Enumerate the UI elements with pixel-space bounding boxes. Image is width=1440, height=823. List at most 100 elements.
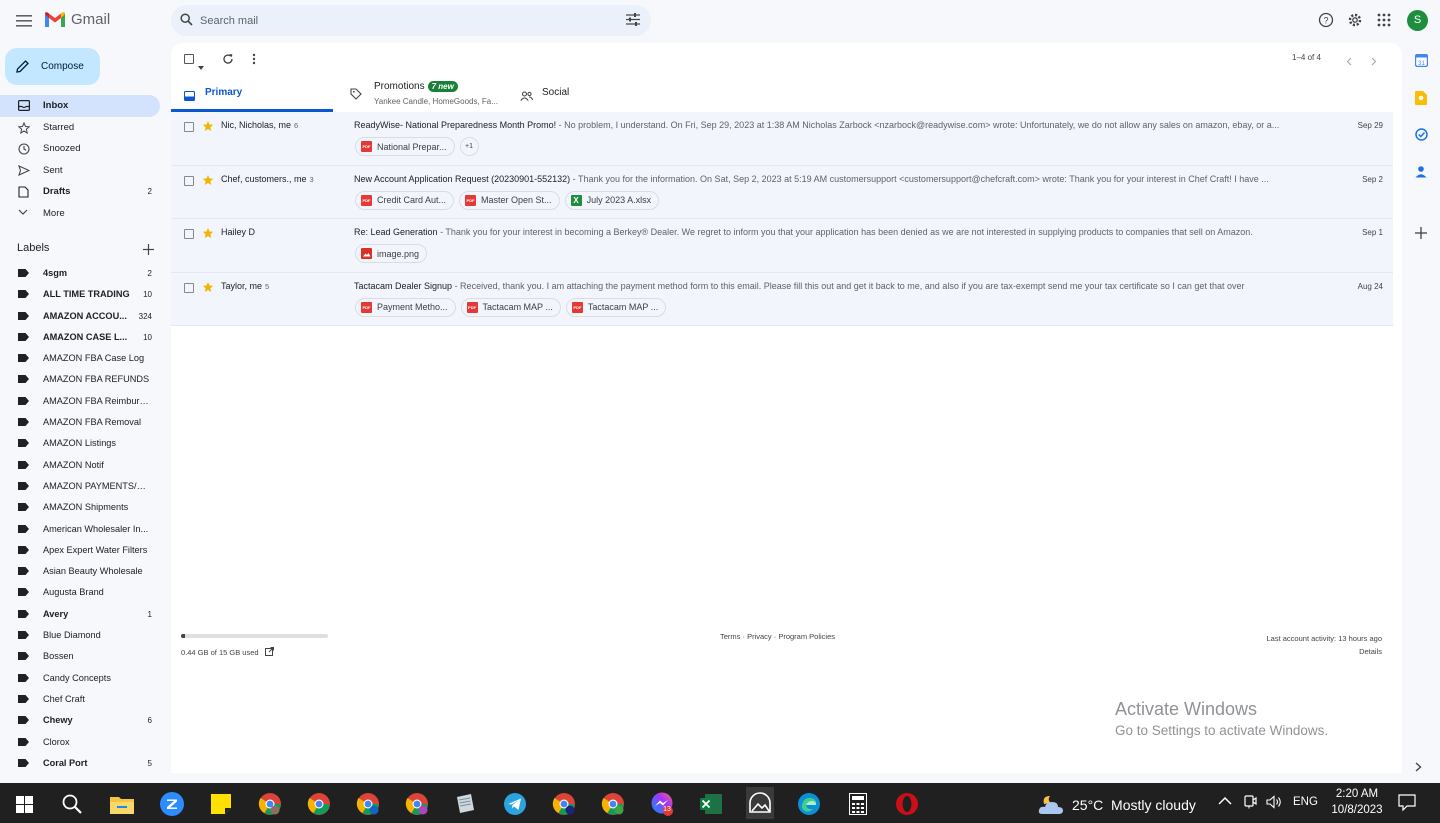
email-row[interactable]: Taylor, me 5 Tactacam Dealer Signup - Rece…	[171, 272, 1393, 326]
search-input[interactable]	[200, 10, 600, 31]
more-attachments-chip[interactable]: +1	[459, 137, 479, 156]
label-item[interactable]: AMAZON Notif	[0, 455, 160, 476]
select-all-checkbox[interactable]	[184, 54, 194, 64]
label-item[interactable]: American Wholesaler In...	[0, 519, 160, 540]
search-taskbar-icon[interactable]	[59, 791, 85, 817]
label-item[interactable]: AMAZON FBA Case Log	[0, 348, 160, 369]
star-icon[interactable]	[202, 280, 214, 298]
settings-gear-icon[interactable]	[1347, 12, 1363, 33]
expand-panel-icon[interactable]	[1415, 759, 1429, 773]
calculator-icon[interactable]	[845, 791, 871, 817]
label-item[interactable]: Augusta Brand	[0, 582, 160, 603]
nav-item-sent[interactable]: Sent	[0, 160, 160, 182]
attachment-chip[interactable]: PDF Tactacam MAP ...	[565, 297, 667, 317]
photos-icon[interactable]	[746, 787, 774, 819]
attachment-chip[interactable]: PDF Master Open St...	[459, 190, 560, 210]
label-item[interactable]: Clorox	[0, 732, 160, 753]
attachment-chip[interactable]: PDF Payment Metho...	[355, 297, 456, 317]
label-item[interactable]: AMAZON FBA Removal	[0, 412, 160, 433]
details-link[interactable]: Details	[1267, 645, 1382, 658]
file-explorer-icon[interactable]	[109, 791, 135, 817]
chrome-profile-3-icon[interactable]	[404, 791, 430, 817]
more-options-icon[interactable]	[252, 52, 256, 70]
row-checkbox[interactable]	[184, 175, 194, 186]
search-bar[interactable]	[171, 5, 651, 36]
label-item[interactable]: ALL TIME TRADING 10	[0, 284, 160, 305]
select-dropdown-icon[interactable]	[198, 57, 204, 75]
system-clock[interactable]: 2:20 AM 10/8/2023	[1330, 786, 1384, 818]
nav-item-starred[interactable]: Starred	[0, 117, 160, 139]
chrome-profile-2-icon[interactable]	[355, 791, 381, 817]
show-hidden-icons-chevron-icon[interactable]	[1218, 794, 1232, 808]
open-in-new-icon[interactable]	[264, 647, 274, 658]
star-icon[interactable]	[202, 226, 214, 244]
tab-primary[interactable]: Primary	[171, 77, 333, 112]
gmail-logo[interactable]: Gmail	[44, 11, 110, 28]
chrome-icon[interactable]	[306, 791, 332, 817]
row-checkbox[interactable]	[184, 282, 194, 293]
google-apps-icon[interactable]	[1376, 12, 1392, 33]
input-language[interactable]: ENG	[1293, 796, 1318, 808]
attachment-chip[interactable]: PDF Credit Card Aut...	[355, 190, 455, 210]
tasks-icon[interactable]	[1415, 128, 1429, 142]
attachment-chip[interactable]: PDF National Prepar...	[355, 137, 455, 156]
zoom-icon[interactable]	[159, 791, 185, 817]
attachment-chip[interactable]: PDF Tactacam MAP ...	[460, 297, 561, 317]
help-icon[interactable]: ?	[1318, 12, 1334, 33]
older-chevron-icon[interactable]	[1371, 53, 1377, 71]
search-options-icon[interactable]	[626, 13, 640, 31]
nav-item-snoozed[interactable]: Snoozed	[0, 138, 160, 160]
label-item[interactable]: Bossen	[0, 646, 160, 667]
star-icon[interactable]	[202, 173, 214, 191]
volume-icon[interactable]	[1266, 795, 1283, 812]
tab-social[interactable]: Social	[513, 77, 693, 112]
compose-button[interactable]: Compose	[5, 48, 100, 85]
label-item[interactable]: Avery 1	[0, 604, 160, 625]
email-row[interactable]: Hailey D Re: Lead Generation - Thank you …	[171, 219, 1393, 273]
notepad-icon[interactable]	[452, 791, 478, 817]
label-item[interactable]: AMAZON ACCOU... 324	[0, 306, 160, 327]
label-item[interactable]: AMAZON CASE L... 10	[0, 327, 160, 348]
attachment-chip[interactable]: X July 2023 A.xlsx	[564, 190, 660, 210]
newer-chevron-icon[interactable]	[1346, 53, 1352, 71]
label-item[interactable]: AMAZON Listings	[0, 433, 160, 454]
refresh-icon[interactable]	[222, 52, 234, 70]
email-row[interactable]: Nic, Nicholas, me 6 ReadyWise- National Pr…	[171, 112, 1393, 166]
row-checkbox[interactable]	[184, 122, 194, 132]
attachment-chip[interactable]: image.png	[355, 244, 428, 263]
label-item[interactable]: 4sgm 2	[0, 263, 160, 284]
label-item[interactable]: Chewy 6	[0, 710, 160, 731]
nav-item-more[interactable]: More	[0, 203, 160, 225]
label-item[interactable]: AMAZON PAYMENTS/SE...	[0, 476, 160, 497]
excel-icon[interactable]	[698, 791, 724, 817]
windows-start-icon[interactable]	[11, 791, 37, 817]
email-row[interactable]: Chef, customers., me 3 New Account Applica…	[171, 165, 1393, 219]
main-menu-icon[interactable]	[14, 11, 34, 31]
label-item[interactable]: Asian Beauty Wholesale	[0, 561, 160, 582]
label-item[interactable]: Coral Port 5	[0, 753, 160, 774]
row-checkbox[interactable]	[184, 229, 194, 239]
create-label-icon[interactable]	[143, 242, 154, 260]
calendar-icon[interactable]: 31	[1414, 53, 1429, 68]
opera-icon[interactable]	[894, 791, 920, 817]
chrome-profile-1-icon[interactable]	[257, 791, 283, 817]
footer-links[interactable]: Terms · Privacy · Program Policies	[720, 632, 835, 641]
label-item[interactable]: Candy Concepts	[0, 668, 160, 689]
chrome-profile-4-icon[interactable]	[551, 791, 577, 817]
edge-icon[interactable]	[796, 791, 822, 817]
label-item[interactable]: AMAZON Shipments	[0, 497, 160, 518]
weather-widget[interactable]: 25°C Mostly cloudy	[1038, 794, 1196, 816]
star-icon[interactable]	[202, 119, 214, 137]
notifications-icon[interactable]	[1398, 794, 1416, 814]
meet-now-icon[interactable]	[1244, 795, 1257, 812]
get-addons-icon[interactable]	[1415, 226, 1429, 240]
tab-promotions[interactable]: Promotions 7 new Yankee Candle, HomeGoods…	[333, 77, 513, 112]
label-item[interactable]: AMAZON FBA REFUNDS	[0, 369, 160, 390]
telegram-icon[interactable]	[502, 791, 528, 817]
messenger-icon[interactable]: 13	[649, 791, 675, 817]
search-icon[interactable]	[180, 13, 193, 31]
label-item[interactable]: Apex Expert Water Filters	[0, 540, 160, 561]
account-avatar[interactable]: S	[1407, 10, 1428, 31]
contacts-icon[interactable]	[1415, 165, 1429, 179]
label-item[interactable]: AMAZON FBA Reimburs...	[0, 391, 160, 412]
